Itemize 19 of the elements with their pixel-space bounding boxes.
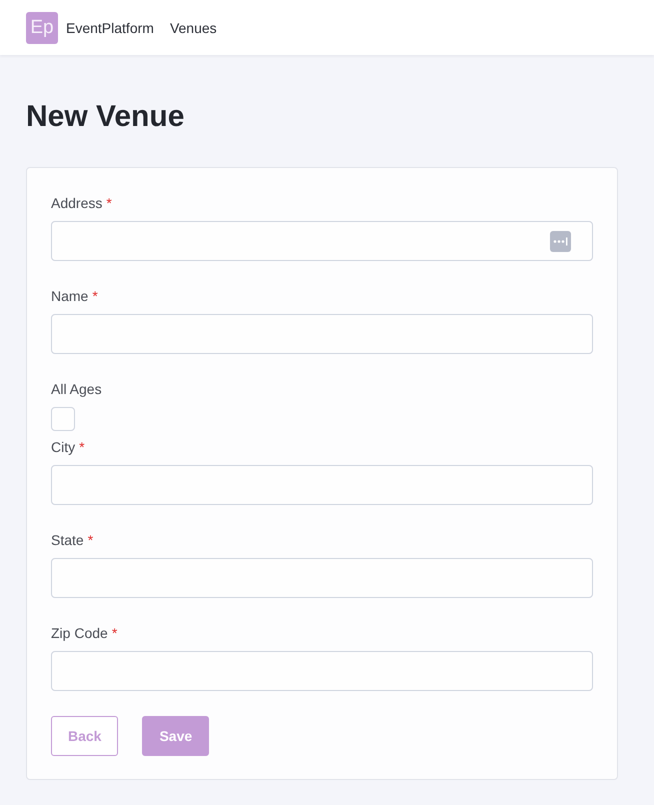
save-button[interactable]: Save xyxy=(142,716,210,756)
back-button[interactable]: Back xyxy=(51,716,118,756)
app-name[interactable]: EventPlatform xyxy=(66,20,154,36)
field-label: State * xyxy=(51,531,94,550)
logo[interactable]: Ep xyxy=(26,12,58,44)
page-title: New Venue xyxy=(26,99,186,135)
field-label: All Ages xyxy=(51,380,103,399)
field-label: Address * xyxy=(51,194,113,213)
input-field[interactable] xyxy=(51,651,593,691)
input-field[interactable] xyxy=(51,465,593,505)
field-label: Zip Code * xyxy=(51,624,118,643)
input-field[interactable] xyxy=(51,221,593,261)
dots-icon[interactable] xyxy=(550,230,571,252)
field-label: Name * xyxy=(51,287,99,306)
input-field[interactable] xyxy=(51,314,593,354)
input-field[interactable] xyxy=(51,558,593,598)
nav-link[interactable]: Venues xyxy=(170,20,217,36)
field-label: City * xyxy=(51,438,86,457)
checkbox[interactable] xyxy=(51,407,75,431)
